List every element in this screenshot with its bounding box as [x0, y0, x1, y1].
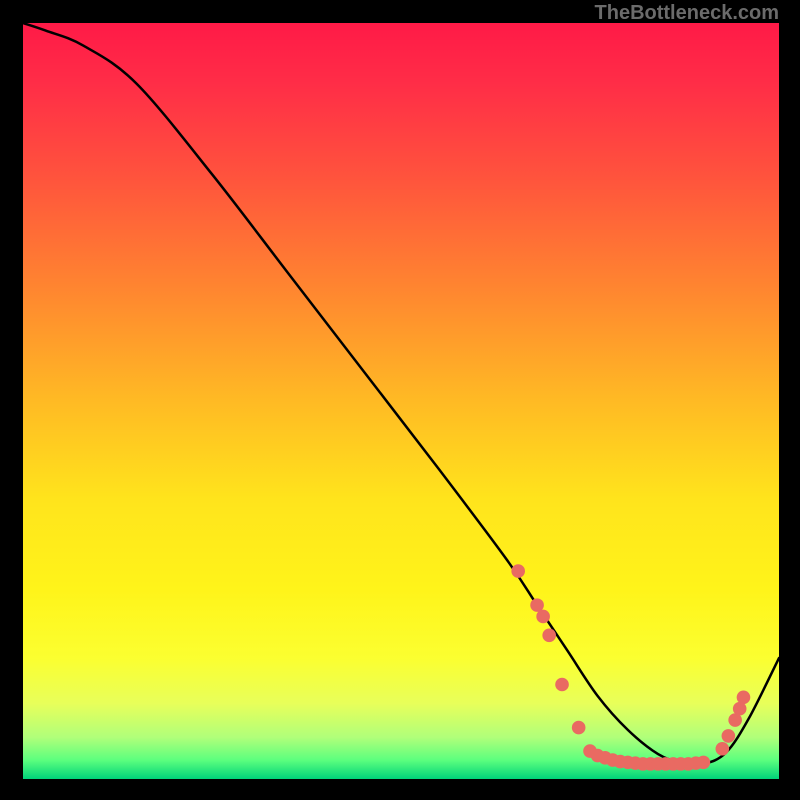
marker-dot — [716, 742, 730, 756]
marker-dot — [555, 678, 569, 692]
marker-dot — [697, 756, 711, 770]
chart-svg — [23, 23, 779, 779]
marker-dot — [572, 721, 586, 735]
marker-dot — [737, 691, 751, 705]
marker-dot — [542, 629, 556, 643]
marker-dot — [722, 729, 736, 743]
marker-dot — [511, 564, 525, 578]
chart-frame: TheBottleneck.com — [0, 0, 800, 800]
marker-dot — [536, 610, 550, 624]
chart-plot-area — [23, 23, 779, 779]
gradient-background — [23, 23, 779, 779]
attribution-text: TheBottleneck.com — [595, 2, 779, 25]
